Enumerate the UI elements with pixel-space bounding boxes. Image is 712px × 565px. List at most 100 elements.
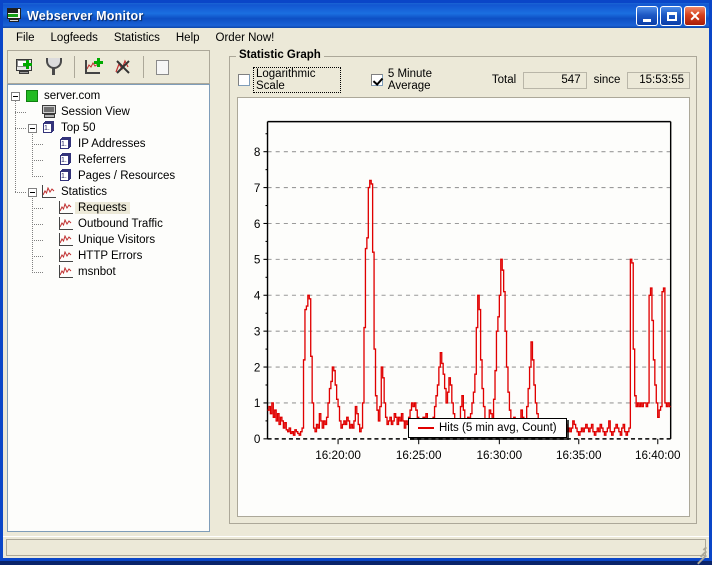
list-stack-icon: 1. [58, 136, 75, 152]
menu-item-file[interactable]: File [8, 30, 43, 46]
menu-item-statistics[interactable]: Statistics [106, 30, 168, 46]
menu-item-help[interactable]: Help [168, 30, 208, 46]
tree-item-unique-visitors[interactable]: Unique Visitors [45, 232, 158, 248]
new-page-icon[interactable] [150, 54, 176, 80]
graph-controls: Logarithmic Scale 5 Minute Average Total… [238, 67, 690, 93]
menu-item-logfeeds[interactable]: Logfeeds [43, 30, 106, 46]
tree-item-server-com[interactable]: server.com [11, 88, 103, 104]
y-axis-tick-label: 0 [254, 432, 261, 446]
maximize-button[interactable] [660, 5, 682, 26]
statistic-chart[interactable]: 0 1 2 3 4 5 6 7 8 16:20:00 16:25:00 16:30:00 16:35:0… [238, 98, 689, 516]
add-server-icon[interactable] [12, 54, 38, 80]
tree-connector [32, 272, 44, 273]
graph-icon [58, 248, 75, 264]
tree-item-top-50[interactable]: 1. Top 50 [28, 120, 99, 136]
chart-series-line [267, 179, 671, 436]
tree-connector [15, 112, 27, 113]
resize-grip[interactable] [693, 543, 707, 565]
tree-item-session-view[interactable]: Session View [28, 104, 133, 120]
add-graph-icon[interactable] [81, 54, 107, 80]
menu-bar: File Logfeeds Statistics Help Order Now! [3, 28, 709, 47]
total-label: Total [491, 74, 517, 86]
window-controls: ✕ [636, 5, 709, 26]
logarithmic-scale-label[interactable]: Logarithmic Scale [253, 67, 341, 93]
tree-item-outbound-traffic[interactable]: Outbound Traffic [45, 216, 166, 232]
client-area: server.com Session View 1. Top 50 1. IP Addre… [3, 47, 709, 536]
toolbar [7, 50, 210, 84]
tree-item-label: Unique Visitors [78, 234, 156, 246]
graph-icon [58, 200, 75, 216]
y-axis-tick-label: 8 [254, 145, 261, 159]
y-axis-tick-label: 3 [254, 324, 261, 338]
tree-connector [32, 224, 44, 225]
window-title: Webserver Monitor [27, 8, 144, 23]
tree-item-label: Top 50 [61, 122, 96, 134]
tree-item-msnbot[interactable]: msnbot [45, 264, 119, 280]
tree-connector [15, 128, 27, 129]
tree-connector [32, 144, 44, 145]
graph-icon [58, 232, 75, 248]
tree-connector [32, 240, 44, 241]
application-window: Webserver Monitor ✕ File Logfeeds Statis… [0, 0, 712, 565]
tree-connector [32, 256, 44, 257]
tree-item-label: Statistics [61, 186, 108, 198]
tree-connector [32, 132, 33, 177]
navigation-tree[interactable]: server.com Session View 1. Top 50 1. IP Addre… [7, 84, 210, 532]
list-stack-icon: 1. [58, 168, 75, 184]
since-value: 15:53:55 [627, 71, 690, 89]
chart-legend: Hits (5 min avg, Count) [408, 418, 567, 438]
server-monitor-icon [6, 8, 22, 23]
graph-icon [58, 264, 75, 280]
delete-graph-icon[interactable] [111, 54, 137, 80]
tree-item-label: Requests [75, 202, 130, 214]
y-axis-tick-label: 5 [254, 252, 261, 266]
graph-icon [41, 184, 58, 200]
toolbar-separator-1 [74, 56, 75, 78]
minimize-button[interactable] [636, 5, 658, 26]
x-axis-tick-label: 16:35:00 [556, 448, 602, 462]
right-panel: Statistic Graph Logarithmic Scale 5 Minu… [217, 49, 705, 532]
tree-item-label: IP Addresses [78, 138, 146, 150]
y-axis-tick-label: 1 [254, 396, 261, 410]
tree-item-pages-resources[interactable]: 1. Pages / Resources [45, 168, 178, 184]
graph-icon [58, 216, 75, 232]
close-button[interactable]: ✕ [684, 5, 706, 26]
x-axis-tick-label: 16:20:00 [315, 448, 361, 462]
remove-server-icon[interactable] [42, 54, 68, 80]
status-bar [3, 536, 709, 565]
x-axis-tick-label: 16:30:00 [477, 448, 523, 462]
tree-item-statistics[interactable]: Statistics [28, 184, 110, 200]
tree-item-ip-addresses[interactable]: 1. IP Addresses [45, 136, 149, 152]
legend-color-swatch [418, 427, 434, 429]
tree-item-referrers[interactable]: 1. Referrers [45, 152, 129, 168]
five-minute-average-checkbox[interactable] [370, 74, 383, 86]
chart-frame[interactable]: 0 1 2 3 4 5 6 7 8 16:20:00 16:25:00 16:30:00 16:35:0… [237, 97, 690, 517]
statistic-graph-group: Statistic Graph Logarithmic Scale 5 Minu… [229, 49, 697, 524]
tree-item-label: server.com [44, 90, 101, 102]
y-axis-tick-label: 6 [254, 216, 261, 230]
title-bar: Webserver Monitor ✕ [3, 3, 709, 28]
logarithmic-scale-checkbox[interactable] [238, 74, 250, 86]
tree-item-label: Referrers [78, 154, 126, 166]
legend-label: Hits (5 min avg, Count) [439, 422, 557, 434]
group-title: Statistic Graph [236, 49, 324, 61]
x-axis-tick-label: 16:40:00 [635, 448, 681, 462]
tree-connector [15, 101, 16, 192]
tree-item-label: Outbound Traffic [78, 218, 163, 230]
total-value: 547 [523, 71, 587, 89]
tree-expander-icon[interactable] [11, 91, 20, 101]
tree-item-label: Session View [61, 106, 130, 118]
tree-item-label: msnbot [78, 266, 116, 278]
y-axis-tick-label: 4 [254, 288, 261, 302]
tree-connector [32, 176, 44, 177]
x-axis-tick-label: 16:25:00 [396, 448, 442, 462]
five-minute-average-label[interactable]: 5 Minute Average [388, 68, 468, 92]
tree-connector [15, 192, 27, 193]
tree-item-requests[interactable]: Requests [45, 200, 130, 216]
y-axis-tick-label: 2 [254, 360, 261, 374]
tree-item-label: HTTP Errors [78, 250, 143, 262]
y-axis-tick-label: 7 [254, 181, 261, 195]
menu-item-order-now[interactable]: Order Now! [208, 30, 283, 46]
tree-item-http-errors[interactable]: HTTP Errors [45, 248, 145, 264]
status-text [6, 539, 706, 556]
